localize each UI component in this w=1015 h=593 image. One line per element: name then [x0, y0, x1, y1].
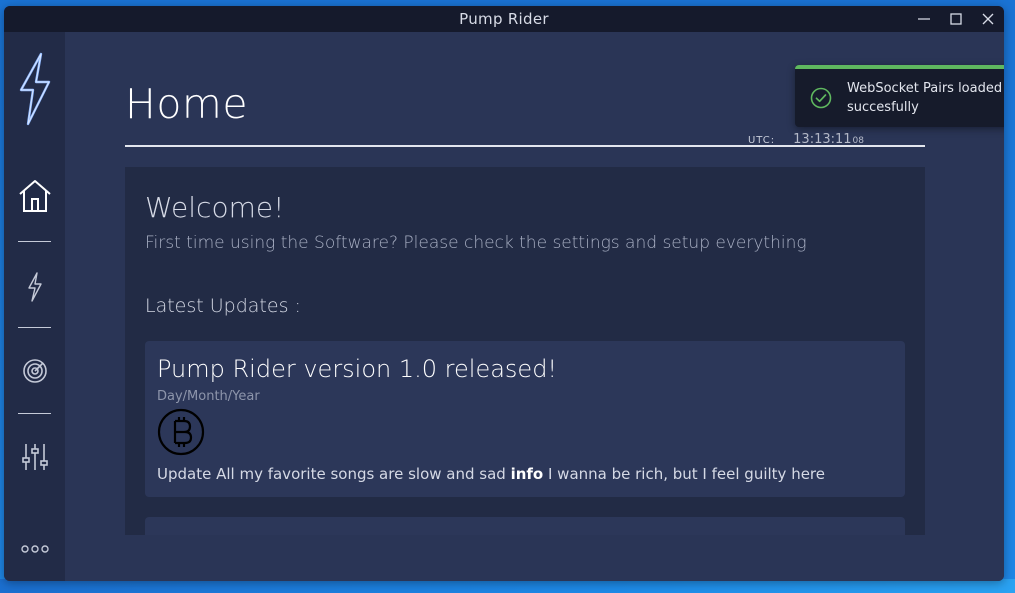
check-circle-icon [810, 87, 832, 109]
sidebar-item-settings[interactable] [4, 442, 65, 472]
close-icon [982, 13, 994, 25]
sliders-icon [21, 444, 48, 470]
radar-icon [22, 359, 47, 383]
content-panel[interactable]: Welcome! First time using the Software? … [125, 167, 925, 535]
lightning-icon [27, 272, 42, 302]
update-body: Update All my favorite songs are slow an… [157, 465, 825, 483]
maximize-icon [950, 13, 962, 25]
bitcoin-icon [157, 408, 205, 456]
sidebar-divider [18, 413, 51, 414]
update-body-info: info [510, 465, 544, 483]
sidebar-item-more[interactable] [4, 544, 65, 554]
minimize-icon [918, 18, 930, 20]
window-title: Pump Rider [459, 10, 549, 28]
minimize-button[interactable] [908, 6, 940, 32]
update-body-text-end: I wanna be rich, but I feel guilty here [543, 465, 825, 483]
title-bar[interactable]: Pump Rider [4, 6, 1004, 32]
window-controls [908, 6, 1004, 32]
update-date: Day/Month/Year [157, 389, 260, 404]
sidebar-divider [18, 241, 51, 242]
maximize-button[interactable] [940, 6, 972, 32]
close-button[interactable] [972, 6, 1004, 32]
toast-notification[interactable]: WebSocket Pairs loaded succesfully [795, 65, 1004, 127]
home-icon [18, 180, 51, 212]
update-card: Pump Rider version 1.0 released! Day/Mon… [145, 341, 905, 497]
updates-heading: Latest Updates : [145, 295, 301, 317]
sidebar-item-radar[interactable] [4, 358, 65, 384]
lightning-logo-icon [19, 52, 51, 126]
title-divider [125, 145, 925, 147]
more-icon [20, 545, 49, 553]
sidebar-divider [18, 327, 51, 328]
update-title: Pump Rider version 1.0 released! [157, 355, 558, 383]
page-title: Home [125, 80, 249, 128]
update-card [145, 517, 905, 535]
sidebar-item-pump[interactable] [4, 272, 65, 302]
sidebar-item-home[interactable] [4, 178, 65, 214]
main-content: Home UTC: 13:13:1108 Welcome! First time… [65, 32, 1004, 581]
toast-status-bar [795, 65, 1004, 69]
desktop-background [0, 579, 1015, 593]
sidebar [4, 32, 65, 581]
app-window: Pump Rider Home UTC: 13:13:1108 Welcome!… [4, 6, 1004, 581]
toast-message: WebSocket Pairs loaded succesfully [847, 81, 1003, 115]
update-body-text: Update All my favorite songs are slow an… [157, 465, 511, 483]
welcome-subtitle: First time using the Software? Please ch… [145, 233, 807, 253]
welcome-title: Welcome! [145, 191, 285, 224]
